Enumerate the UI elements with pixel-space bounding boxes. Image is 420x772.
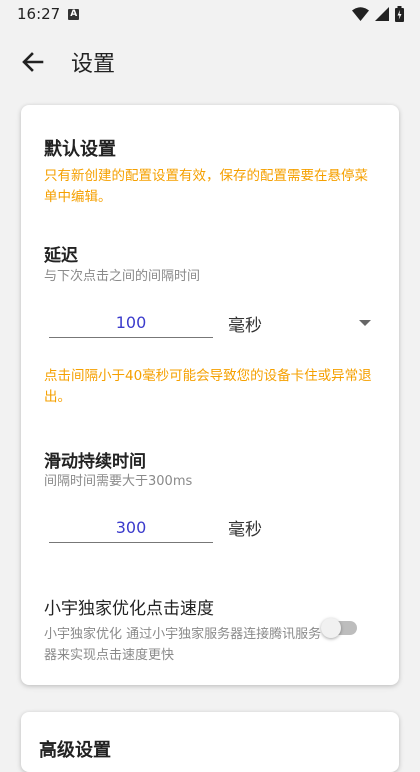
status-time: 16:27 (17, 5, 61, 23)
advanced-settings-title: 高级设置 (39, 740, 111, 761)
swipe-duration-hint: 间隔时间需要大于300ms (44, 474, 193, 489)
wifi-icon (352, 7, 369, 21)
swipe-duration-label: 滑动持续时间 (44, 452, 146, 472)
dropdown-arrow-icon[interactable] (359, 320, 371, 326)
optimize-toggle[interactable] (321, 616, 359, 640)
config-warning: 只有新创建的配置设置有效，保存的配置需要在悬停菜单中编辑。 (44, 168, 368, 205)
delay-input[interactable] (49, 307, 213, 338)
advanced-settings-card: 高级设置 (21, 712, 399, 772)
back-button[interactable] (9, 38, 57, 86)
delay-label: 延迟 (44, 246, 78, 266)
app-bar: 设置 (0, 28, 420, 96)
arrow-left-icon (22, 52, 44, 72)
default-settings-card: 默认设置 只有新创建的配置设置有效，保存的配置需要在悬停菜单中编辑。 延迟 与下… (21, 105, 399, 685)
optimize-label: 小宇独家优化点击速度 (44, 599, 214, 619)
swipe-duration-input[interactable] (49, 512, 213, 543)
toggle-thumb (321, 618, 341, 638)
status-icons (352, 6, 404, 22)
delay-hint: 与下次点击之间的间隔时间 (44, 269, 201, 284)
battery-icon (395, 6, 404, 22)
status-left: 16:27 A (17, 5, 80, 23)
page-title: 设置 (71, 52, 116, 77)
delay-warning: 点击间隔小于40毫秒可能会导致您的设备卡住或异常退出。 (44, 368, 372, 405)
optimize-hint: 小宇独家优化 通过小宇独家服务器连接腾讯服务器来实现点击速度更快 (44, 627, 322, 663)
signal-icon (375, 7, 389, 21)
swipe-duration-unit: 毫秒 (228, 520, 262, 540)
notification-a-icon: A (68, 8, 80, 20)
status-bar: 16:27 A (0, 0, 420, 28)
delay-unit-select[interactable]: 毫秒 (228, 311, 262, 336)
default-settings-title: 默认设置 (44, 139, 116, 160)
